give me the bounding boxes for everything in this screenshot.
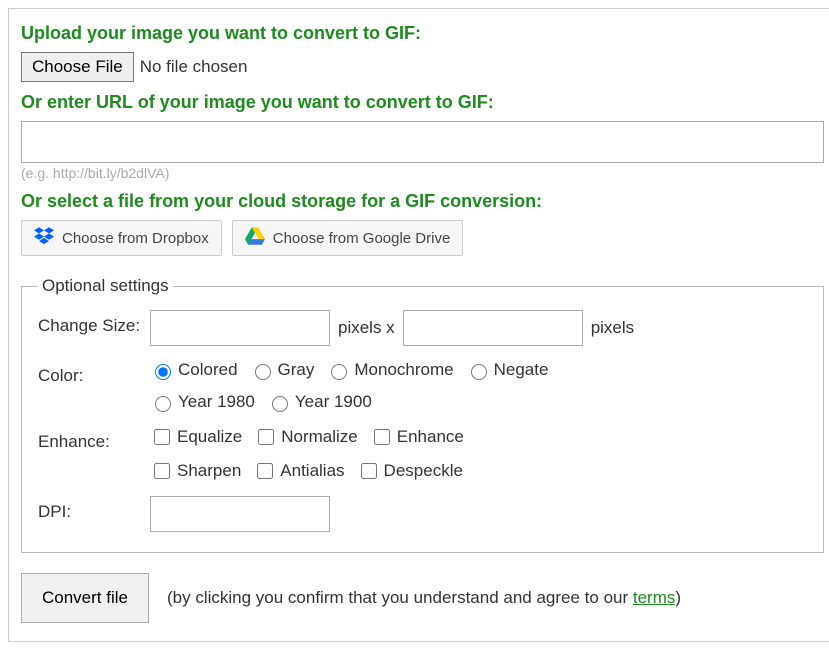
enhance-sharpen[interactable]: Sharpen — [150, 460, 241, 482]
enhance-despeckle-checkbox[interactable] — [361, 463, 377, 479]
url-input[interactable] — [21, 121, 824, 163]
color-label: Color: — [38, 360, 150, 386]
converter-panel: Upload your image you want to convert to… — [8, 8, 829, 642]
cloud-heading: Or select a file from your cloud storage… — [21, 191, 824, 212]
google-drive-label: Choose from Google Drive — [273, 230, 451, 247]
enhance-enhance[interactable]: Enhance — [370, 426, 464, 448]
submit-row: Convert file (by clicking you confirm th… — [21, 573, 824, 623]
color-monochrome[interactable]: Monochrome — [326, 360, 453, 380]
convert-button[interactable]: Convert file — [21, 573, 149, 623]
url-hint: (e.g. http://bit.ly/b2dlVA) — [21, 165, 824, 181]
choose-file-button[interactable]: Choose File — [21, 52, 134, 82]
file-row: Choose File No file chosen — [21, 52, 824, 82]
size-label: Change Size: — [38, 310, 150, 336]
disclaimer: (by clicking you confirm that you unders… — [167, 585, 681, 611]
enhance-antialias[interactable]: Antialias — [253, 460, 344, 482]
dpi-input[interactable] — [150, 496, 330, 532]
color-negate-radio[interactable] — [471, 364, 487, 380]
color-year1900[interactable]: Year 1900 — [267, 392, 372, 412]
color-colored[interactable]: Colored — [150, 360, 238, 380]
color-negate[interactable]: Negate — [466, 360, 549, 380]
dropbox-button[interactable]: Choose from Dropbox — [21, 220, 222, 256]
google-drive-icon — [245, 227, 265, 249]
size-row: Change Size: pixels x pixels — [38, 310, 807, 346]
optional-settings-fieldset: Optional settings Change Size: pixels x … — [21, 276, 824, 553]
no-file-text: No file chosen — [140, 57, 248, 77]
enhance-antialias-checkbox[interactable] — [257, 463, 273, 479]
upload-heading: Upload your image you want to convert to… — [21, 23, 824, 44]
color-gray[interactable]: Gray — [250, 360, 315, 380]
disclaimer-suffix: ) — [675, 588, 681, 607]
enhance-equalize-checkbox[interactable] — [154, 429, 170, 445]
color-gray-radio[interactable] — [255, 364, 271, 380]
color-year1980[interactable]: Year 1980 — [150, 392, 255, 412]
dpi-row: DPI: — [38, 496, 807, 532]
color-year1980-radio[interactable] — [155, 396, 171, 412]
enhance-row: Enhance: Equalize Normalize Enhance Shar… — [38, 426, 807, 482]
color-row: Color: Colored Gray Monochrome Negate Ye… — [38, 360, 807, 412]
enhance-normalize-checkbox[interactable] — [258, 429, 274, 445]
dropbox-label: Choose from Dropbox — [62, 230, 209, 247]
height-input[interactable] — [403, 310, 583, 346]
enhance-normalize[interactable]: Normalize — [254, 426, 358, 448]
dpi-label: DPI: — [38, 496, 150, 522]
enhance-enhance-checkbox[interactable] — [374, 429, 390, 445]
color-year1900-radio[interactable] — [272, 396, 288, 412]
color-colored-radio[interactable] — [155, 364, 171, 380]
cloud-row: Choose from Dropbox Choose from Google D… — [21, 220, 824, 256]
size-sep: pixels x — [338, 318, 395, 338]
width-input[interactable] — [150, 310, 330, 346]
url-heading: Or enter URL of your image you want to c… — [21, 92, 824, 113]
enhance-despeckle[interactable]: Despeckle — [357, 460, 463, 482]
enhance-sharpen-checkbox[interactable] — [154, 463, 170, 479]
google-drive-button[interactable]: Choose from Google Drive — [232, 220, 464, 256]
dropbox-icon — [34, 227, 54, 249]
enhance-equalize[interactable]: Equalize — [150, 426, 242, 448]
size-suffix: pixels — [591, 318, 634, 338]
optional-legend: Optional settings — [38, 276, 173, 296]
color-monochrome-radio[interactable] — [331, 364, 347, 380]
disclaimer-prefix: (by clicking you confirm that you unders… — [167, 588, 633, 607]
enhance-label: Enhance: — [38, 426, 150, 452]
terms-link[interactable]: terms — [633, 588, 676, 607]
